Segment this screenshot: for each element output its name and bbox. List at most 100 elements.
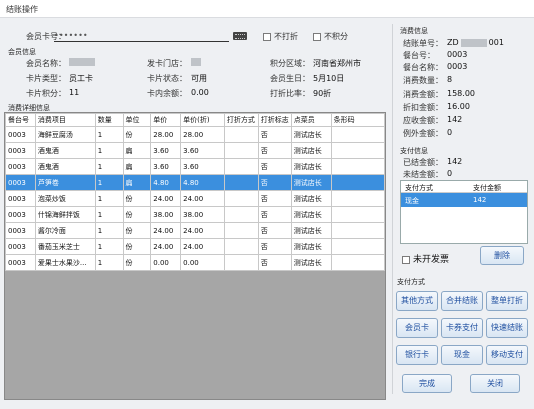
no-invoice-checkbox[interactable]: 未开发票: [402, 252, 449, 265]
grid-cell: 0003: [5, 158, 36, 175]
grid-cell: 4.80: [150, 174, 182, 191]
grid-cell: 测试店长: [290, 190, 332, 207]
no-points-checkbox[interactable]: 不积分: [313, 31, 348, 42]
grid-cell: 0.00: [180, 254, 225, 271]
grid-cell: 否: [257, 222, 292, 239]
card-balance-label: 卡内余额：: [147, 89, 187, 98]
amount-value: 158.00: [447, 89, 475, 98]
grid-col-header[interactable]: 点菜员: [290, 113, 332, 127]
grid-col-header[interactable]: 条形码: [330, 113, 386, 127]
paid-label: 已结金额：: [403, 158, 443, 167]
delete-button[interactable]: 删除: [480, 246, 524, 265]
grid-cell: 1: [94, 126, 124, 143]
grid-cell: [223, 190, 259, 207]
grid-col-header[interactable]: 数量: [94, 113, 124, 127]
grid-cell: 否: [257, 254, 292, 271]
grid-cell: 1: [94, 190, 124, 207]
member-card-button[interactable]: 会员卡: [396, 318, 438, 338]
table-no-value: 0003: [447, 50, 468, 59]
grid-cell: 4.80: [180, 174, 225, 191]
grid-col-header[interactable]: 餐台号: [5, 113, 36, 127]
whole-discount-button[interactable]: 整单打折: [486, 291, 528, 311]
zero-amount-label: 例外金额：: [403, 129, 443, 138]
grid-cell: 份: [122, 238, 152, 255]
coupon-pay-button[interactable]: 卡券支付: [441, 318, 483, 338]
grid-col-header[interactable]: 打折标志: [257, 113, 292, 127]
paid-value: 142: [447, 157, 463, 166]
table-row[interactable]: 0003 什锦海鲜拌饭 1 份 38.00 38.00 否测试店长: [5, 206, 386, 223]
grid-cell: 0003: [5, 190, 36, 207]
other-method-button[interactable]: 其他方式: [396, 291, 438, 311]
payment-method-cell: 现金: [405, 197, 419, 205]
grid-cell: 1: [94, 206, 124, 223]
card-status-label: 卡片状态：: [147, 74, 187, 83]
table-row[interactable]: 0003 番茄玉米芝士 1 份 24.00 24.00 否测试店长: [5, 238, 386, 255]
checkbox-icon[interactable]: [263, 32, 271, 41]
window-title: 结账操作: [0, 0, 534, 18]
table-row[interactable]: 0003 酒鬼酒 1 扁 3.60 3.60 否测试店长: [5, 142, 386, 159]
grid-cell: 扁: [122, 142, 152, 159]
grid-cell: 份: [122, 206, 152, 223]
grid-cell: 1: [94, 174, 124, 191]
close-button[interactable]: 关闭: [470, 374, 520, 393]
region-label: 积分区域：: [270, 59, 310, 68]
table-row[interactable]: 0003 芦笋卷 1 扁 4.80 4.80 否测试店长: [5, 174, 386, 191]
keyboard-icon[interactable]: [233, 32, 247, 40]
unpaid-value: 0: [447, 169, 453, 178]
card-status-value: 可用: [191, 74, 207, 83]
issue-store-value-masked: [191, 58, 201, 66]
grid-cell: 1: [94, 238, 124, 255]
grid-cell: 泡菜炒饭: [34, 190, 96, 207]
checkbox-icon[interactable]: [313, 32, 321, 41]
merge-checkout-button[interactable]: 合并结账: [441, 291, 483, 311]
grid-cell: 扁: [122, 158, 152, 175]
grid-cell: [330, 190, 386, 207]
discount-rate-value: 90折: [313, 89, 332, 98]
grid-cell: 3.60: [150, 158, 182, 175]
payment-col-method: 支付方式: [405, 184, 433, 192]
grid-cell: [330, 126, 386, 143]
grid-cell: 否: [257, 126, 292, 143]
payment-row[interactable]: 现金 142: [401, 193, 527, 207]
grid-col-header[interactable]: 打折方式: [223, 113, 259, 127]
grid-cell: 酒鬼酒: [34, 142, 96, 159]
grid-cell: 酱尔冷面: [34, 222, 96, 239]
mobile-pay-button[interactable]: 移动支付: [486, 345, 528, 365]
table-row[interactable]: 0003 酒鬼酒 1 扁 3.60 3.60 否测试店长: [5, 158, 386, 175]
grid-cell: 0003: [5, 206, 36, 223]
table-row[interactable]: 0003 爱果士水果沙... 1 份 0.00 0.00 否测试店长: [5, 254, 386, 271]
quick-checkout-button[interactable]: 快速结账: [486, 318, 528, 338]
grid-col-header[interactable]: 消费项目: [34, 113, 96, 127]
card-number-input[interactable]: [54, 30, 229, 42]
cash-button[interactable]: 现金: [441, 345, 483, 365]
table-row[interactable]: 0003 酱尔冷面 1 份 24.00 24.00 否测试店长: [5, 222, 386, 239]
grid-cell: [223, 222, 259, 239]
grid-cell: [223, 158, 259, 175]
discount-rate-label: 打折比率：: [270, 89, 310, 98]
grid-cell: 24.00: [150, 190, 182, 207]
grid-cell: 24.00: [150, 238, 182, 255]
birthday-label: 会员生日：: [270, 74, 310, 83]
table-name-label: 餐台名称：: [403, 63, 443, 72]
payment-info-title: 支付信息: [400, 147, 428, 155]
bank-card-button[interactable]: 银行卡: [396, 345, 438, 365]
grid-cell: 芦笋卷: [34, 174, 96, 191]
table-row[interactable]: 0003 海鲜豆腐汤 1 份 28.00 28.00 否测试店长: [5, 126, 386, 143]
grid-cell: 1: [94, 142, 124, 159]
table-row[interactable]: 0003 泡菜炒饭 1 份 24.00 24.00 否测试店长: [5, 190, 386, 207]
grid-cell: 测试店长: [290, 238, 332, 255]
table-name-value: 0003: [447, 62, 468, 71]
grid-cell: 0003: [5, 126, 36, 143]
grid-col-header[interactable]: 单价(折): [180, 113, 225, 127]
no-discount-checkbox[interactable]: 不打折: [263, 31, 298, 42]
grid-cell: 24.00: [150, 222, 182, 239]
payment-col-amount: 支付金额: [473, 184, 501, 192]
grid-col-header[interactable]: 单价: [150, 113, 182, 127]
complete-button[interactable]: 完成: [402, 374, 452, 393]
grid-cell: 番茄玉米芝士: [34, 238, 96, 255]
grid-col-header[interactable]: 单位: [122, 113, 152, 127]
grid-cell: [223, 238, 259, 255]
member-name-value-masked: [69, 58, 95, 66]
grid-cell: 测试店长: [290, 158, 332, 175]
checkbox-icon[interactable]: [402, 255, 410, 264]
